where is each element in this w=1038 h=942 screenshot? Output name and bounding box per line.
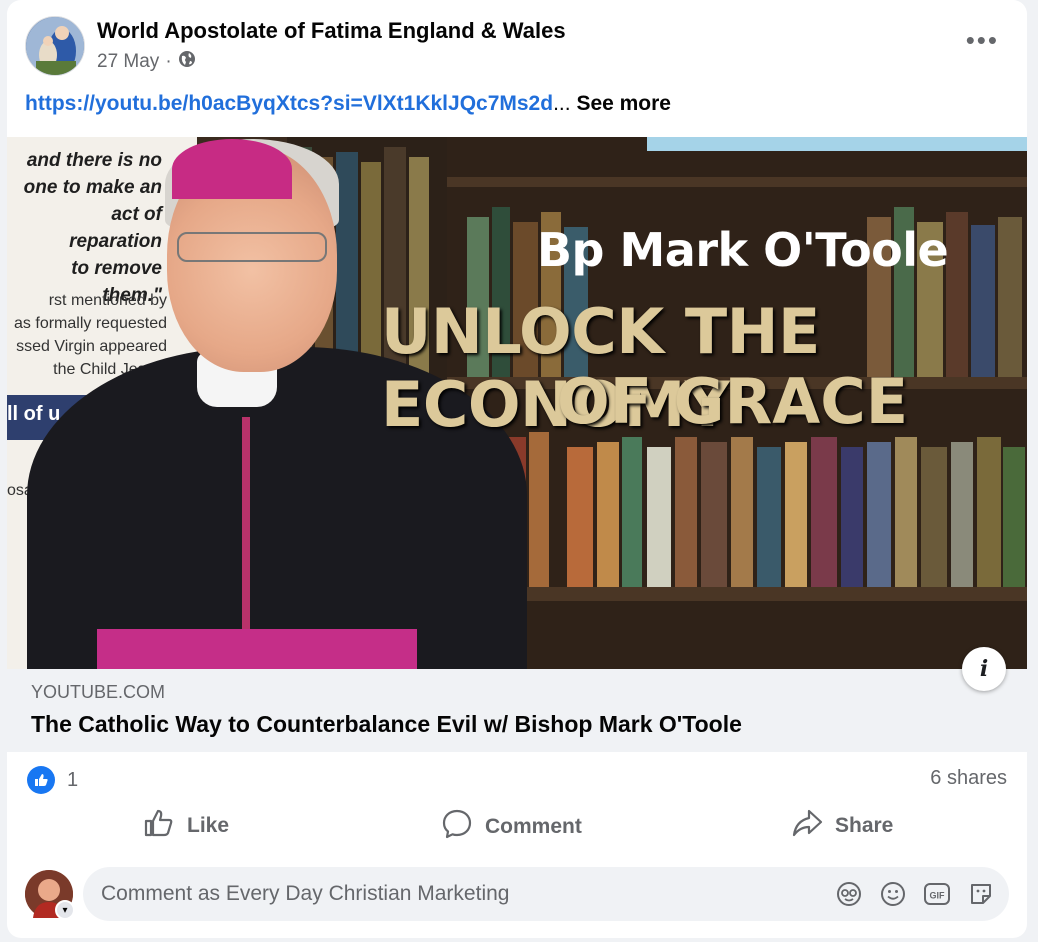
share-button[interactable]: Share xyxy=(791,808,893,844)
share-label: Share xyxy=(835,814,894,837)
comment-label: Comment xyxy=(485,815,582,838)
page-name[interactable]: World Apostolate of Fatima England & Wal… xyxy=(97,18,566,44)
globe-icon xyxy=(178,50,196,74)
share-count[interactable]: 6 shares xyxy=(930,767,1007,790)
reactions-summary[interactable]: 1 xyxy=(27,766,78,794)
see-more-link[interactable]: See more xyxy=(576,92,671,115)
video-thumbnail[interactable]: and there is no one to make an act of re… xyxy=(7,137,1027,669)
cassock-buttons xyxy=(242,417,250,637)
video-title-name: Bp Mark O'Toole xyxy=(537,223,949,277)
chevron-down-icon[interactable]: ▾ xyxy=(55,900,75,920)
thumbs-up-icon xyxy=(143,808,175,844)
like-reaction-icon xyxy=(27,766,55,794)
bishop-glasses xyxy=(177,232,327,262)
comment-composer: ▾ Comment as Every Day Christian Marketi… xyxy=(7,858,1027,938)
top-banner-strip xyxy=(647,137,1027,151)
share-arrow-icon xyxy=(791,808,823,844)
post-meta: 27 May · xyxy=(97,50,196,74)
more-options-button[interactable]: ••• xyxy=(966,27,999,53)
like-label: Like xyxy=(187,814,230,837)
like-button[interactable]: Like xyxy=(143,808,229,844)
post-card: World Apostolate of Fatima England & Wal… xyxy=(7,0,1027,938)
gif-icon[interactable]: GIF xyxy=(923,880,951,908)
link-domain: YOUTUBE.COM xyxy=(31,682,166,702)
text-ellipsis: ... xyxy=(553,92,571,115)
bishop-zucchetto xyxy=(172,139,292,199)
comment-placeholder: Comment as Every Day Christian Marketing xyxy=(101,882,510,905)
comment-tools: GIF xyxy=(835,880,995,908)
info-button[interactable]: i xyxy=(962,647,1006,691)
svg-text:GIF: GIF xyxy=(930,891,946,901)
link-title[interactable]: The Catholic Way to Counterbalance Evil … xyxy=(31,711,742,738)
bishop-sash xyxy=(97,629,417,669)
page-avatar[interactable] xyxy=(25,16,85,76)
video-title-line-2: OF GRACE xyxy=(557,365,909,438)
sticker-icon[interactable] xyxy=(967,880,995,908)
meta-separator: · xyxy=(165,51,172,72)
reaction-count: 1 xyxy=(67,768,79,791)
comment-button[interactable]: Comment xyxy=(441,808,582,846)
ellipsis-icon: ••• xyxy=(965,25,999,55)
post-text: https://youtu.be/h0acByqXtcs?si=VlXt1Kkl… xyxy=(25,92,671,116)
comment-input[interactable]: Comment as Every Day Christian Marketing xyxy=(83,867,1009,921)
emoji-icon[interactable] xyxy=(879,880,907,908)
poster-quote: and there is no one to make an act of re… xyxy=(23,150,162,306)
action-bar: Like Comment Share xyxy=(7,800,1027,850)
post-link[interactable]: https://youtu.be/h0acByqXtcs?si=VlXt1Kkl… xyxy=(25,92,553,115)
speech-bubble-icon xyxy=(441,808,473,846)
post-date[interactable]: 27 May xyxy=(97,51,159,73)
info-icon: i xyxy=(979,656,989,682)
avatar-sticker-icon[interactable] xyxy=(835,880,863,908)
